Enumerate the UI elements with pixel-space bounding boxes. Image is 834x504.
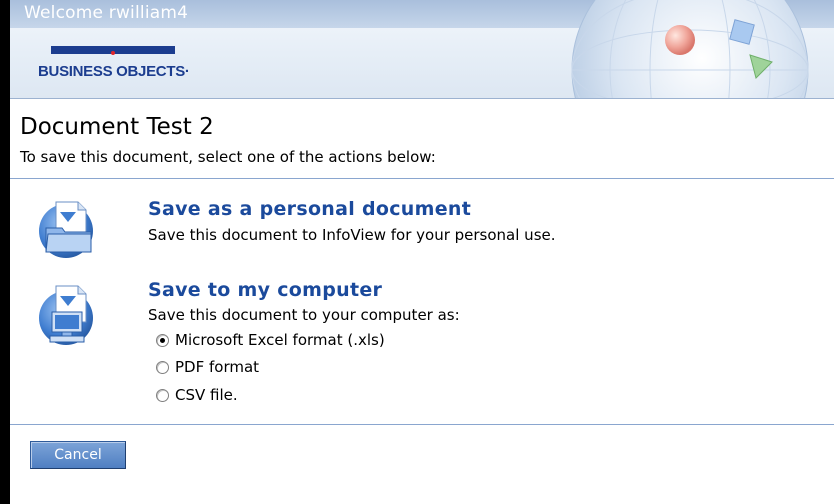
- cancel-button[interactable]: Cancel: [30, 441, 126, 469]
- window-frame-left: [0, 0, 10, 504]
- welcome-text: Welcome rwilliam4: [24, 3, 189, 23]
- radio-xls[interactable]: [156, 333, 169, 347]
- format-label-csv: CSV file.: [175, 386, 238, 404]
- radio-csv[interactable]: [156, 388, 169, 402]
- format-option-csv[interactable]: CSV file.: [156, 385, 238, 405]
- logo-text: BUSINESS OBJECTS·: [38, 63, 190, 80]
- divider-bottom: [10, 424, 834, 425]
- page-title: Document Test 2: [20, 114, 214, 140]
- app-header: Welcome rwilliam4 BUSINESS OBJECTS·: [10, 0, 834, 99]
- instruction-text: To save this document, select one of the…: [20, 148, 436, 166]
- computer-save-icon[interactable]: [36, 280, 102, 350]
- format-label-pdf: PDF format: [175, 358, 260, 376]
- format-label-xls: Microsoft Excel format (.xls): [175, 331, 385, 349]
- format-option-pdf[interactable]: PDF format: [156, 357, 259, 377]
- save-computer-link[interactable]: Save to my computer: [148, 279, 382, 301]
- divider-top: [10, 178, 834, 179]
- radio-pdf[interactable]: [156, 360, 169, 374]
- business-objects-logo: BUSINESS OBJECTS·: [38, 46, 228, 86]
- format-option-xls[interactable]: Microsoft Excel format (.xls): [156, 330, 385, 350]
- save-personal-description: Save this document to InfoView for your …: [148, 226, 556, 244]
- save-computer-description: Save this document to your computer as:: [148, 306, 460, 324]
- folder-save-icon[interactable]: [36, 196, 102, 262]
- save-personal-link[interactable]: Save as a personal document: [148, 198, 471, 220]
- globe-banner-graphic: [571, 0, 809, 98]
- logo-dot: [111, 51, 115, 55]
